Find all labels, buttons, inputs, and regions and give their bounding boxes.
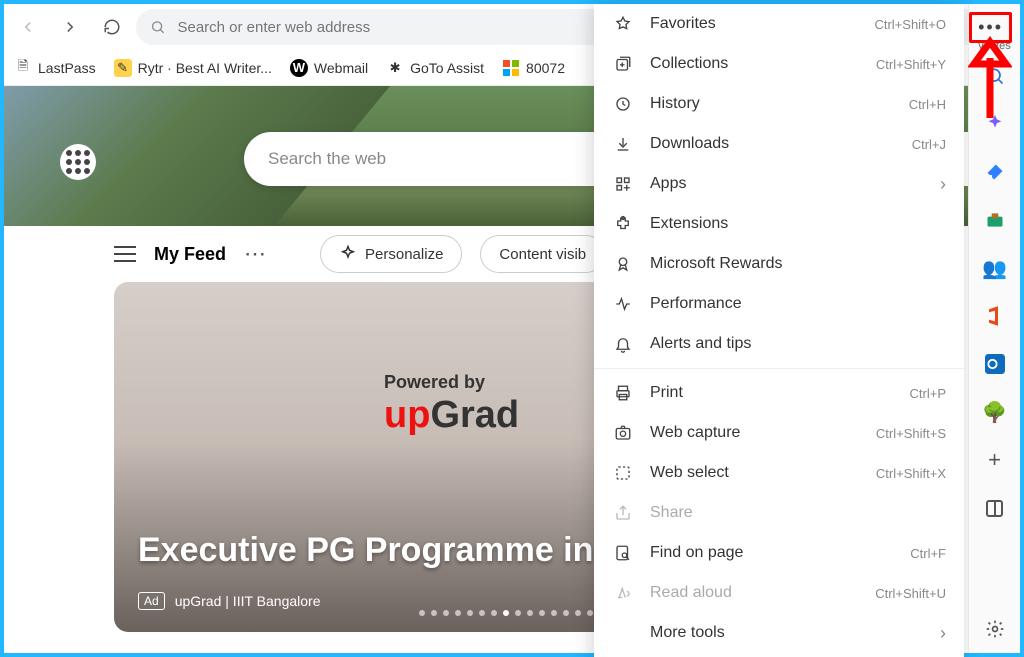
menu-item-print[interactable]: Print Ctrl+P — [594, 373, 964, 413]
goto-icon: ✱ — [386, 59, 404, 77]
feed-more-button[interactable]: ⋯ — [244, 241, 268, 267]
menu-item-label: Collections — [650, 55, 860, 73]
menu-item-label: More tools — [650, 624, 924, 642]
menu-item-label: History — [650, 95, 893, 113]
menu-item-label: Print — [650, 384, 894, 402]
annotation-arrow — [968, 36, 1012, 118]
menu-item-alerts-and-tips[interactable]: Alerts and tips — [594, 324, 964, 364]
sidebar-panel-toggle[interactable] — [981, 494, 1009, 522]
back-button[interactable] — [10, 9, 46, 45]
find-icon — [612, 544, 634, 562]
ad-source: AdupGrad | IIIT Bangalore — [138, 592, 320, 610]
sidebar-settings-icon[interactable] — [981, 615, 1009, 643]
menu-item-collections[interactable]: Collections Ctrl+Shift+Y — [594, 44, 964, 84]
star-icon — [612, 15, 634, 33]
menu-item-web-select[interactable]: Web select Ctrl+Shift+X — [594, 453, 964, 493]
menu-item-find-on-page[interactable]: Find on page Ctrl+F — [594, 533, 964, 573]
sparkle-icon — [339, 245, 357, 263]
bookmark-webmail[interactable]: WWebmail — [290, 59, 368, 77]
read-icon — [612, 584, 634, 602]
apps-icon — [612, 175, 634, 193]
menu-item-label: Microsoft Rewards — [650, 255, 946, 273]
pencil-icon: ✎ — [114, 59, 132, 77]
menu-item-share[interactable]: Share — [594, 493, 964, 533]
menu-item-downloads[interactable]: Downloads Ctrl+J — [594, 124, 964, 164]
print-icon — [612, 384, 634, 402]
bookmark-lastpass[interactable]: 🗎LastPass — [14, 59, 96, 77]
menu-item-shortcut: Ctrl+Shift+U — [875, 586, 946, 601]
history-icon — [612, 95, 634, 113]
menu-item-shortcut: Ctrl+Shift+X — [876, 466, 946, 481]
menu-item-apps[interactable]: Apps › — [594, 164, 964, 204]
sidebar-tools-icon[interactable] — [981, 206, 1009, 234]
menu-item-microsoft-rewards[interactable]: Microsoft Rewards — [594, 244, 964, 284]
menu-item-label: Share — [650, 504, 946, 522]
chevron-right-icon: › — [940, 623, 946, 644]
menu-item-label: Downloads — [650, 135, 896, 153]
chevron-right-icon: › — [940, 174, 946, 195]
menu-item-more-tools[interactable]: More tools › — [594, 613, 964, 653]
menu-item-label: Favorites — [650, 15, 858, 33]
menu-item-shortcut: Ctrl+Shift+O — [874, 17, 946, 32]
apps-launcher[interactable] — [60, 144, 96, 180]
menu-item-shortcut: Ctrl+J — [912, 137, 946, 152]
rewards-icon — [612, 255, 634, 273]
bookmark-80072[interactable]: 80072 — [502, 59, 565, 77]
sidebar-tree-icon[interactable]: 🌳 — [981, 398, 1009, 426]
sidebar-outlook-icon[interactable] — [981, 350, 1009, 378]
menu-item-label: Extensions — [650, 215, 946, 233]
menu-item-performance[interactable]: Performance — [594, 284, 964, 324]
personalize-button[interactable]: Personalize — [320, 235, 462, 273]
menu-item-shortcut: Ctrl+F — [910, 546, 946, 561]
share-icon — [612, 504, 634, 522]
feed-title: My Feed — [154, 244, 226, 265]
menu-item-extensions[interactable]: Extensions — [594, 204, 964, 244]
menu-item-history[interactable]: History Ctrl+H — [594, 84, 964, 124]
menu-item-shortcut: Ctrl+H — [909, 97, 946, 112]
web-search-placeholder: Search the web — [268, 149, 386, 169]
hamburger-icon[interactable] — [114, 246, 136, 262]
menu-item-label: Performance — [650, 295, 946, 313]
menu-item-label: Alerts and tips — [650, 335, 946, 353]
bookmark-rytr[interactable]: ✎Rytr · Best AI Writer... — [114, 59, 272, 77]
overflow-menu: Favorites Ctrl+Shift+O Collections Ctrl+Shi… — [594, 4, 964, 657]
powered-by-label: Powered by — [384, 372, 485, 393]
sidebar-shopping-icon[interactable] — [981, 158, 1009, 186]
carousel-dots[interactable] — [419, 610, 605, 616]
sidebar-add-button[interactable]: + — [981, 446, 1009, 474]
webmail-icon: W — [290, 59, 308, 77]
menu-item-shortcut: Ctrl+Shift+S — [876, 426, 946, 441]
refresh-button[interactable] — [94, 9, 130, 45]
search-icon — [150, 19, 165, 35]
ms-icon — [502, 59, 520, 77]
menu-item-shortcut: Ctrl+P — [910, 386, 946, 401]
bookmark-gotoassist[interactable]: ✱GoTo Assist — [386, 59, 484, 77]
extensions-icon — [612, 215, 634, 233]
bell-icon — [612, 335, 634, 353]
menu-item-label: Find on page — [650, 544, 894, 562]
page-icon: 🗎 — [14, 59, 32, 77]
menu-item-favorites[interactable]: Favorites Ctrl+Shift+O — [594, 4, 964, 44]
performance-icon — [612, 295, 634, 313]
menu-item-label: Web capture — [650, 424, 860, 442]
capture-icon — [612, 424, 634, 442]
sidebar-people-icon[interactable]: 👥 — [981, 254, 1009, 282]
upgrad-logo: upGrad — [384, 394, 519, 437]
select-icon — [612, 464, 634, 482]
forward-button[interactable] — [52, 9, 88, 45]
download-icon — [612, 135, 634, 153]
menu-item-label: Web select — [650, 464, 860, 482]
menu-item-shortcut: Ctrl+Shift+Y — [876, 57, 946, 72]
content-visibility-button[interactable]: Content visib — [480, 235, 605, 273]
sidebar-office-icon[interactable] — [981, 302, 1009, 330]
menu-item-web-capture[interactable]: Web capture Ctrl+Shift+S — [594, 413, 964, 453]
menu-item-label: Apps — [650, 175, 924, 193]
menu-item-read-aloud[interactable]: Read aloud Ctrl+Shift+U — [594, 573, 964, 613]
menu-item-label: Read aloud — [650, 584, 859, 602]
ad-headline: Executive PG Programme in M — [138, 531, 631, 570]
collections-icon — [612, 55, 634, 73]
